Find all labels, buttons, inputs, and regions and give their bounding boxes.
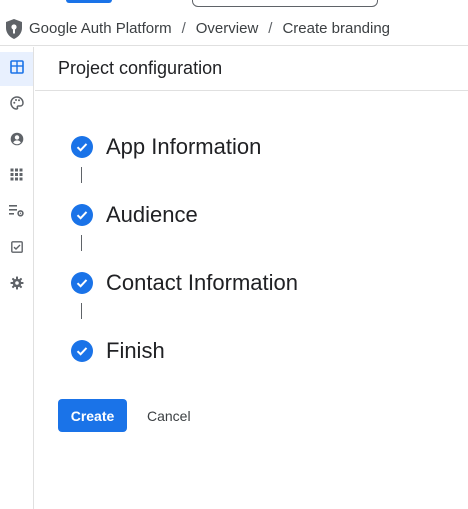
rail-item-verification[interactable] xyxy=(0,232,33,266)
step-app-information[interactable]: App Information xyxy=(71,131,451,163)
palette-icon xyxy=(9,95,24,115)
dashboard-icon xyxy=(9,59,24,79)
breadcrumb-separator: / xyxy=(181,20,186,37)
step-connector xyxy=(71,231,451,267)
apps-grid-icon xyxy=(10,168,23,186)
breadcrumb-item-create-branding[interactable]: Create branding xyxy=(282,20,390,37)
step-connector xyxy=(71,299,451,335)
gear-icon xyxy=(10,276,24,295)
step-label: Contact Information xyxy=(106,270,298,295)
rail-item-overview[interactable] xyxy=(0,52,33,86)
rail-item-data-access[interactable] xyxy=(0,196,33,230)
step-audience[interactable]: Audience xyxy=(71,199,451,231)
rail-item-branding[interactable] xyxy=(0,88,33,122)
form-actions: Create Cancel xyxy=(58,399,201,432)
step-finish[interactable]: Finish xyxy=(71,335,451,367)
breadcrumb-item-auth-platform[interactable]: Google Auth Platform xyxy=(29,20,172,37)
main-content: Project configuration App Information Au… xyxy=(35,47,468,509)
checkbox-icon xyxy=(10,240,23,258)
search-box-fragment[interactable] xyxy=(192,0,378,7)
breadcrumb-separator: / xyxy=(268,20,273,37)
top-bar-fragment xyxy=(0,0,468,10)
rail-item-audience[interactable] xyxy=(0,124,33,158)
step-contact-information[interactable]: Contact Information xyxy=(71,267,451,299)
top-bar-accent xyxy=(66,0,112,3)
check-circle-icon xyxy=(71,272,93,294)
cancel-button[interactable]: Cancel xyxy=(137,399,201,432)
rail-item-settings[interactable] xyxy=(0,268,33,302)
breadcrumb-bar: Google Auth Platform / Overview / Create… xyxy=(0,12,468,46)
page-title: Project configuration xyxy=(58,58,223,78)
breadcrumb: Google Auth Platform / Overview / Create… xyxy=(29,20,390,37)
breadcrumb-item-overview[interactable]: Overview xyxy=(196,20,259,37)
step-label: Audience xyxy=(106,202,198,227)
step-connector xyxy=(71,163,451,199)
page-header: Project configuration xyxy=(35,47,468,91)
check-circle-icon xyxy=(71,204,93,226)
check-circle-icon xyxy=(71,340,93,362)
create-button[interactable]: Create xyxy=(58,399,127,432)
side-rail xyxy=(0,47,34,509)
check-circle-icon xyxy=(71,136,93,158)
list-settings-icon xyxy=(9,204,24,222)
step-label: Finish xyxy=(106,338,165,363)
rail-item-clients[interactable] xyxy=(0,160,33,194)
shield-icon xyxy=(3,16,25,42)
step-label: App Information xyxy=(106,134,262,159)
account-circle-icon xyxy=(10,132,24,151)
stepper: App Information Audience Contact Informa… xyxy=(71,131,451,367)
